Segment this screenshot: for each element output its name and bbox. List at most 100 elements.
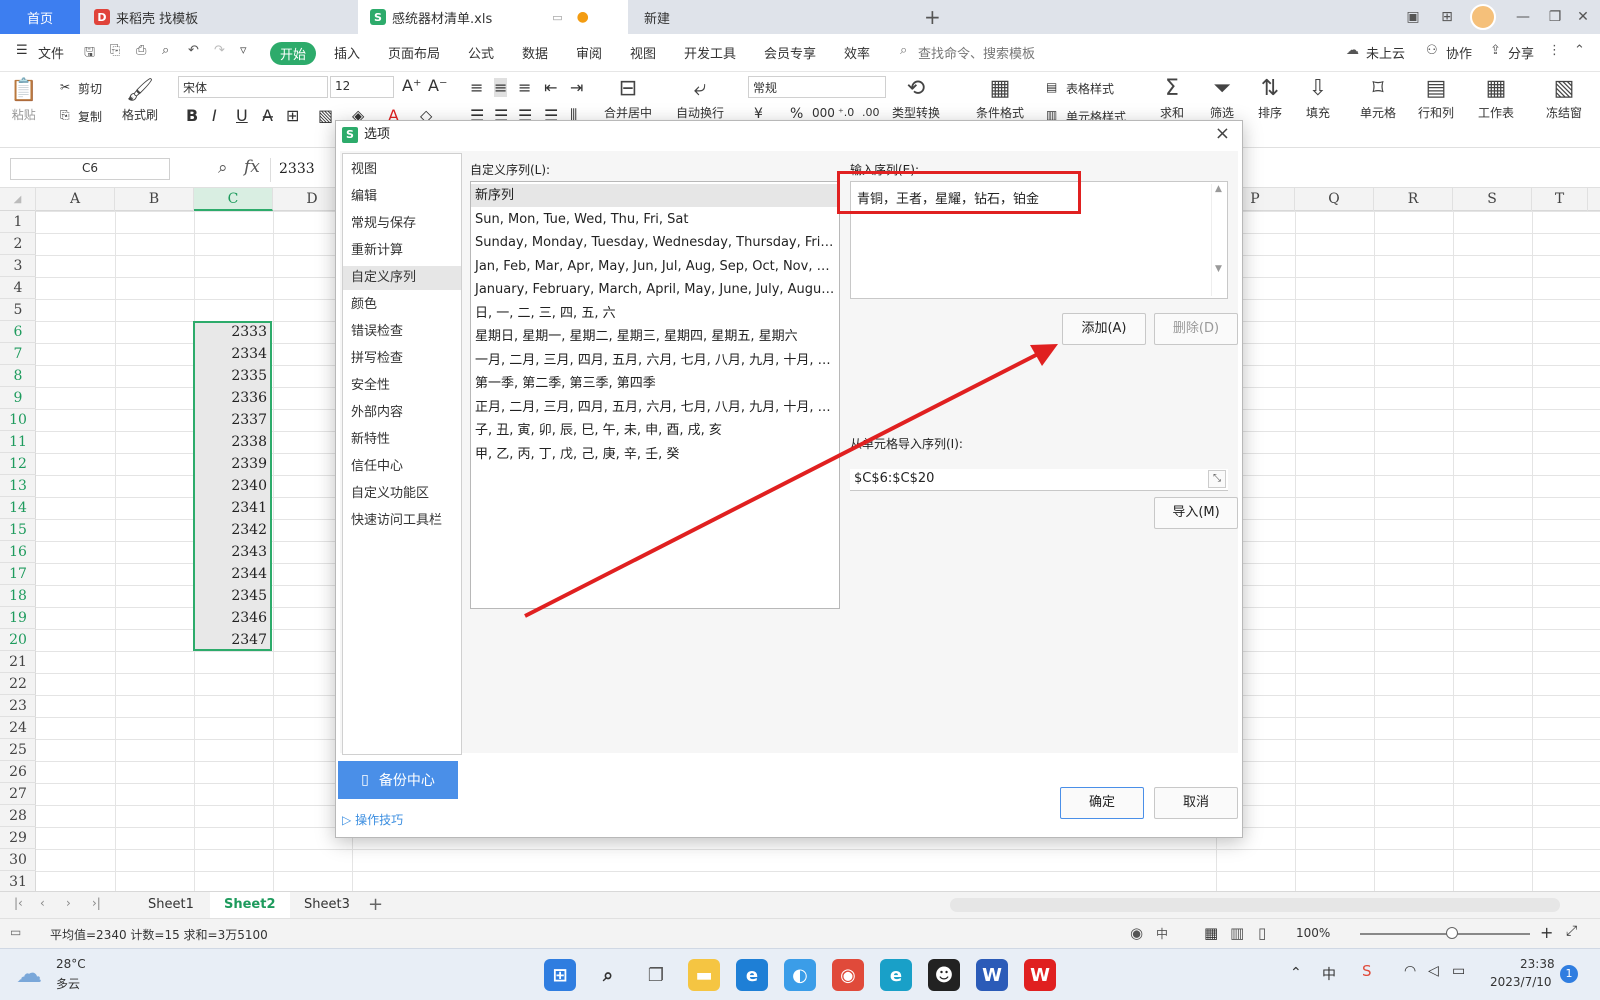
paste-button[interactable]: 📋 粘贴 (10, 76, 37, 123)
menu-view[interactable]: 视图 (630, 43, 656, 62)
merge-button[interactable]: ⊟ 合并居中 (604, 74, 652, 121)
print-icon[interactable]: ⎙ (136, 43, 146, 58)
row-header[interactable]: 16 (0, 541, 36, 563)
task-view-icon[interactable]: ❐ (640, 959, 672, 991)
format-painter-button[interactable]: 🖌 格式刷 (122, 76, 158, 123)
row-header[interactable]: 31 (0, 871, 36, 893)
indent-increase-icon[interactable]: ⇥ (570, 78, 583, 97)
menu-insert[interactable]: 插入 (334, 43, 360, 62)
row-header[interactable]: 1 (0, 211, 36, 233)
edge-dev-icon[interactable]: e (880, 959, 912, 991)
col-header-a[interactable]: A (36, 188, 115, 211)
zoom-slider[interactable] (1360, 933, 1530, 935)
dialog-close-button[interactable]: × (1215, 123, 1230, 144)
macro-icon[interactable]: ▭ (10, 925, 21, 939)
menu-review[interactable]: 审阅 (576, 43, 602, 62)
prev-sheet-icon[interactable]: ‹ (40, 896, 45, 910)
menu-page-layout[interactable]: 页面布局 (388, 43, 440, 62)
menu-member[interactable]: 会员专享 (764, 43, 816, 62)
align-bottom-icon[interactable]: ≡ (518, 78, 531, 97)
row-header[interactable]: 25 (0, 739, 36, 761)
cond-format-button[interactable]: ▦ 条件格式 (976, 74, 1024, 121)
sheet-tab-3[interactable]: Sheet3 (290, 892, 364, 918)
backup-center-button[interactable]: ▯ 备份中心 (338, 761, 458, 799)
menu-efficiency[interactable]: 效率 (844, 43, 870, 62)
copy-button[interactable]: 复制 (78, 108, 102, 125)
align-middle-icon[interactable]: ≡ (494, 78, 508, 97)
collapse-ribbon-icon[interactable]: ⌃ (1574, 43, 1585, 58)
qq-icon[interactable]: ☻ (928, 959, 960, 991)
wifi-icon[interactable]: ◠ (1404, 963, 1416, 979)
reading-view-icon[interactable]: ▯ (1258, 924, 1266, 942)
row-header[interactable]: 13 (0, 475, 36, 497)
strikethrough-icon[interactable]: A̶ (262, 106, 273, 125)
volume-icon[interactable]: ◁ (1428, 963, 1439, 979)
page-break-view-icon[interactable]: ▥ (1230, 924, 1244, 942)
next-sheet-icon[interactable]: › (66, 896, 71, 910)
redo-icon[interactable]: ↷ (214, 43, 225, 58)
row-header[interactable]: 8 (0, 365, 36, 387)
start-icon[interactable]: ⊞ (544, 959, 576, 991)
zoom-level[interactable]: 100% (1296, 926, 1330, 940)
zoom-slider-thumb[interactable] (1446, 927, 1458, 939)
sort-button[interactable]: ⇅ 排序 (1258, 74, 1282, 121)
col-header-c[interactable]: C (194, 188, 273, 211)
row-header[interactable]: 6 (0, 321, 36, 343)
last-sheet-icon[interactable]: ›| (92, 896, 101, 910)
sheet-tab-2[interactable]: Sheet2 (210, 892, 290, 918)
indent-decrease-icon[interactable]: ⇤ (544, 78, 557, 97)
sheet-button[interactable]: ▦ 工作表 (1478, 74, 1514, 121)
underline-button[interactable]: U (236, 106, 248, 125)
ime-indicator[interactable]: 中 (1322, 964, 1336, 984)
preview-icon[interactable]: ⌕ (162, 43, 169, 58)
font-select[interactable]: 宋体 (178, 76, 328, 98)
row-header[interactable]: 10 (0, 409, 36, 431)
tab-new[interactable]: 新建 (632, 0, 902, 34)
save-icon[interactable]: 🖫 (84, 43, 95, 65)
bold-button[interactable]: B (186, 106, 198, 125)
taskbar-search-icon[interactable]: ⌕ (592, 959, 624, 991)
row-header[interactable]: 2 (0, 233, 36, 255)
table-style-button[interactable]: 表格样式 (1066, 80, 1114, 97)
row-header[interactable]: 26 (0, 761, 36, 783)
row-header[interactable]: 14 (0, 497, 36, 519)
align-top-icon[interactable]: ≡ (470, 78, 483, 97)
cell-button[interactable]: ⌑ 单元格 (1360, 74, 1396, 121)
battery-icon[interactable]: ▭ (1452, 963, 1465, 979)
zoom-search-icon[interactable]: ⌕ (218, 158, 228, 178)
zoom-in-icon[interactable]: + (1540, 923, 1553, 942)
rowcol-button[interactable]: ▤ 行和列 (1418, 74, 1454, 121)
number-format-select[interactable]: 常规 (748, 76, 886, 98)
wps-icon[interactable]: W (1024, 959, 1056, 991)
clock-date[interactable]: 2023/7/10 (1490, 975, 1552, 989)
tab-home[interactable]: 首页 (0, 0, 80, 34)
notification-badge[interactable]: 1 (1560, 965, 1578, 983)
collab-button[interactable]: 协作 (1446, 43, 1472, 62)
eye-protect-icon[interactable]: ◉ (1130, 924, 1143, 942)
edge-icon[interactable]: e (736, 959, 768, 991)
menu-file[interactable]: 文件 (38, 43, 64, 62)
first-sheet-icon[interactable]: |‹ (14, 896, 23, 910)
fx-icon[interactable]: fx (244, 157, 260, 177)
menu-developer[interactable]: 开发工具 (684, 43, 736, 62)
row-header[interactable]: 23 (0, 695, 36, 717)
increase-font-icon[interactable]: A⁺ (402, 76, 421, 95)
col-header-t[interactable]: T (1532, 188, 1588, 211)
chrome-icon[interactable]: ◉ (832, 959, 864, 991)
row-header[interactable]: 30 (0, 849, 36, 871)
avatar[interactable] (1466, 0, 1500, 34)
row-header[interactable]: 20 (0, 629, 36, 651)
col-header-s[interactable]: S (1453, 188, 1532, 211)
tips-link[interactable]: ▷ 操作技巧 (342, 811, 403, 828)
ime-status-icon[interactable]: 中 (1156, 925, 1168, 942)
decimal-increase-icon[interactable]: ⁺.0 (838, 106, 854, 119)
select-all-corner[interactable]: ◢ (0, 188, 36, 211)
row-header[interactable]: 17 (0, 563, 36, 585)
row-header[interactable]: 3 (0, 255, 36, 277)
freeze-button[interactable]: ▧ 冻结窗 (1546, 74, 1582, 121)
ok-button[interactable]: 确定 (1060, 787, 1144, 819)
border-icon[interactable]: ⊞ (286, 106, 299, 125)
normal-view-icon[interactable]: ▦ (1204, 924, 1218, 942)
fill-button[interactable]: ⇩ 填充 (1306, 74, 1330, 121)
add-sheet-icon[interactable]: + (368, 894, 383, 915)
